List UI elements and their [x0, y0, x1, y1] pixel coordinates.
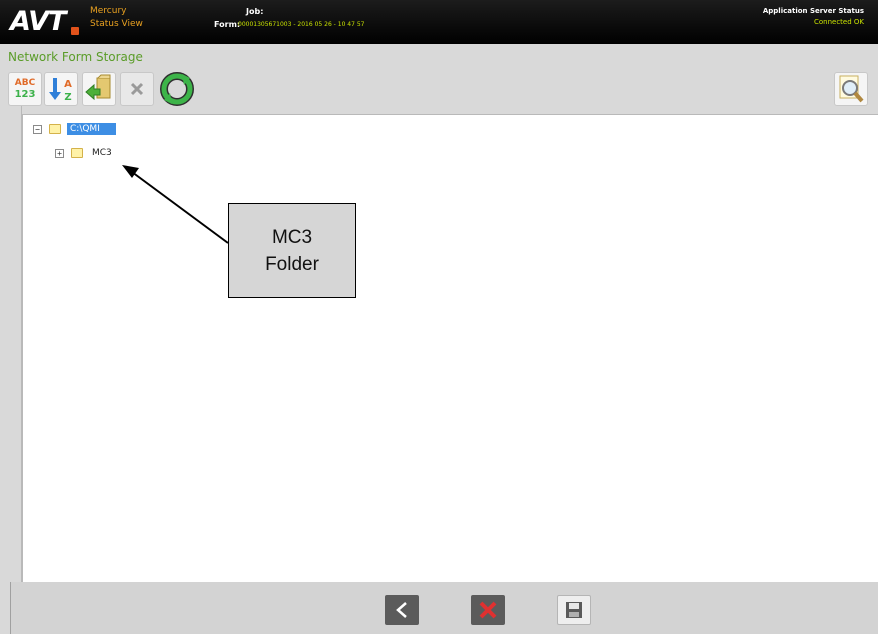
server-status-value: Connected OK	[813, 18, 864, 26]
left-gutter	[10, 106, 22, 582]
chevron-left-icon	[396, 602, 407, 618]
cancel-button[interactable]	[471, 595, 505, 625]
app-name-line1: Mercury	[90, 6, 127, 16]
page-title: Network Form Storage	[8, 50, 143, 64]
app-name: Mercury Status View	[90, 5, 143, 31]
toggle-label-mode-button[interactable]: ABC 123	[8, 72, 42, 106]
annotation-callout: MC3 Folder	[228, 203, 356, 298]
job-label: Job:	[246, 7, 264, 16]
app-window: AVT Mercury Status View Job: Form: 00001…	[0, 0, 878, 634]
form-value: 00001305671003 - 2016 05 26 - 10 47 57	[238, 21, 365, 28]
tree-node-label[interactable]: MC3	[89, 147, 115, 159]
folder-icon	[49, 124, 61, 134]
collapse-toggle[interactable]: −	[33, 124, 42, 134]
avt-logo: AVT	[10, 6, 66, 37]
sort-az-icon: A Z	[49, 78, 72, 103]
app-name-line2: Status View	[90, 19, 143, 29]
bottom-bar	[10, 582, 878, 634]
sort-button[interactable]: A Z	[44, 72, 78, 106]
folder-icon	[71, 148, 83, 158]
server-status: Application Server Status Connected OK	[763, 6, 864, 28]
save-button[interactable]	[557, 595, 591, 625]
close-icon	[479, 601, 497, 619]
sort-a-text: A	[64, 79, 72, 90]
back-button[interactable]	[385, 595, 419, 625]
sort-z-text: Z	[64, 92, 71, 103]
delete-button[interactable]	[120, 72, 154, 106]
refresh-icon	[160, 72, 194, 106]
app-header: AVT Mercury Status View Job: Form: 00001…	[0, 0, 878, 44]
magnifier-icon	[839, 75, 864, 103]
tree-node-root[interactable]: − C:\QMI	[33, 121, 116, 137]
add-folder-icon	[85, 74, 111, 101]
callout-line2: Folder	[265, 253, 319, 275]
search-button[interactable]	[834, 72, 868, 106]
add-to-folder-button[interactable]	[82, 72, 116, 106]
floppy-disk-icon	[566, 602, 582, 618]
callout-line1: MC3	[271, 226, 313, 248]
refresh-button[interactable]	[160, 72, 194, 106]
numeric-text: 123	[14, 89, 36, 100]
form-label: Form:	[214, 20, 241, 29]
tree-node-mc3[interactable]: + MC3	[55, 145, 115, 161]
delete-icon	[130, 82, 144, 96]
server-status-title: Application Server Status	[762, 7, 864, 15]
tree-node-label[interactable]: C:\QMI	[67, 123, 116, 135]
folder-tree: − C:\QMI + MC3	[22, 114, 878, 582]
logo-accent	[71, 27, 79, 35]
abc-text: ABC	[14, 78, 36, 88]
expand-toggle[interactable]: +	[55, 148, 64, 158]
